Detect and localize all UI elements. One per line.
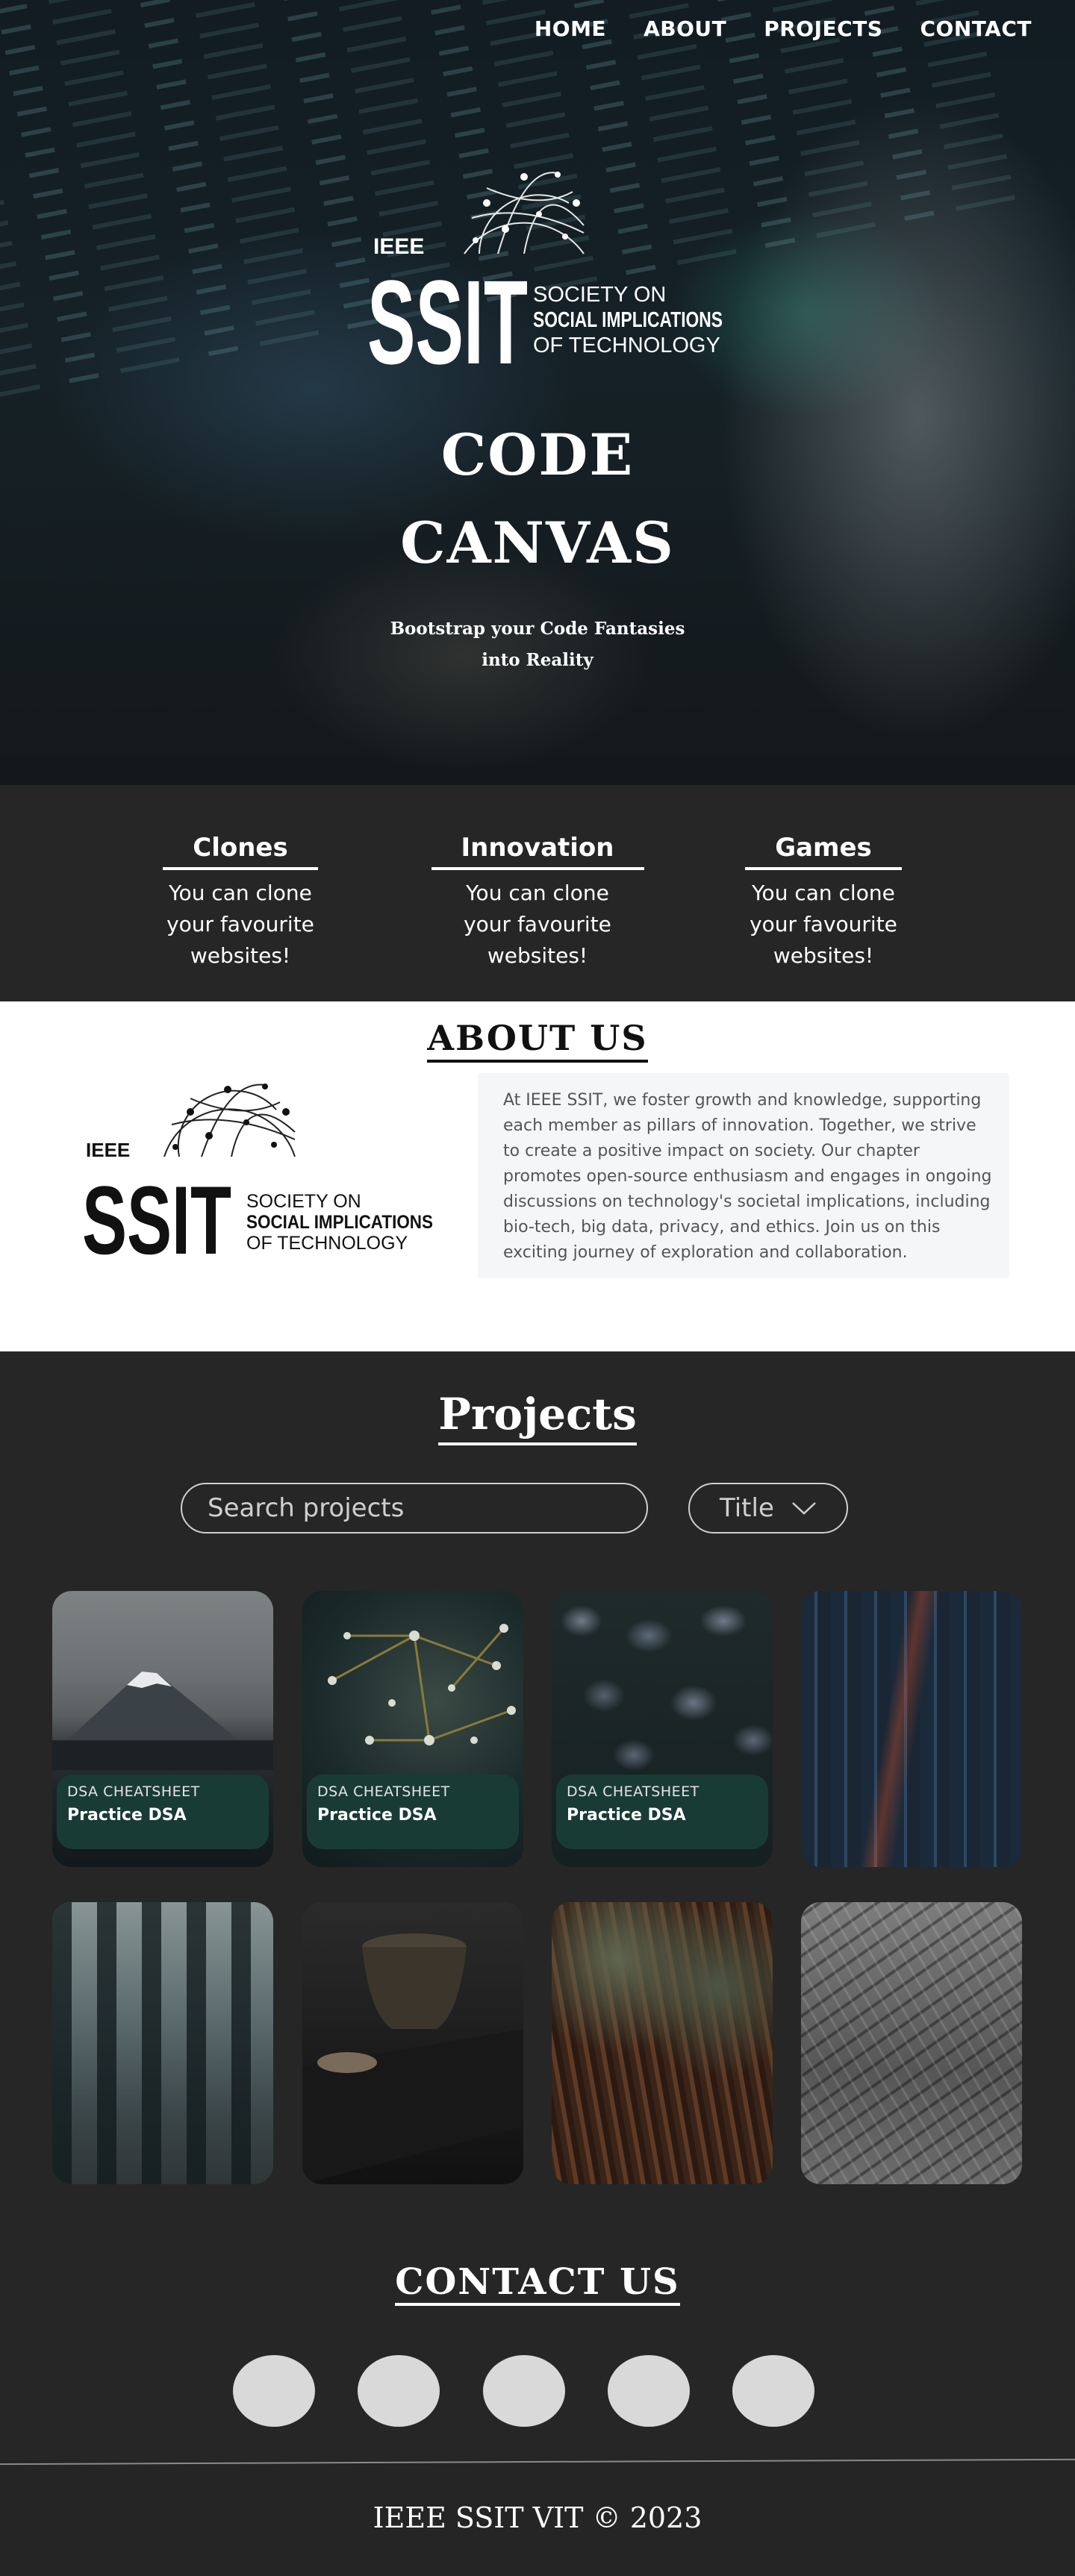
- nav-projects[interactable]: PROJECTS: [764, 16, 882, 41]
- project-title: Practice DSA: [317, 1806, 437, 1825]
- hero-title-line-2: CANVAS: [400, 510, 675, 576]
- feature-title: Clones: [163, 833, 318, 870]
- nav-home[interactable]: HOME: [535, 16, 606, 41]
- contact-circle-4[interactable]: [608, 2355, 690, 2427]
- project-image-cup: [302, 1902, 523, 2184]
- logo-ssit-text: SSIT: [82, 1166, 231, 1263]
- contact-circle-2[interactable]: [358, 2355, 440, 2427]
- about-section: ABOUT US IEEE SSIT SOCIETY ON SOCIAL IMP…: [0, 1001, 1075, 1351]
- project-kicker: DSA CHEATSHEET: [317, 1783, 450, 1800]
- logo-line1: SOCIETY ON: [533, 283, 666, 307]
- project-card[interactable]: [801, 1902, 1022, 2184]
- footer-text: IEEE SSIT VIT © 2023: [373, 2501, 702, 2534]
- contact-circle-1[interactable]: [233, 2355, 315, 2427]
- logo-ieee-text: IEEE: [86, 1139, 130, 1161]
- cup-shape: [302, 1933, 523, 2184]
- feature-clones: Clones You can clone your favourite websi…: [113, 833, 367, 972]
- feature-games: Games You can clone your favourite websit…: [697, 833, 950, 972]
- main-nav: HOME ABOUT PROJECTS CONTACT: [535, 16, 1032, 41]
- project-card[interactable]: DSA CHEATSHEET Practice DSA: [552, 1591, 773, 1867]
- logo-line1: SOCIETY ON: [246, 1191, 361, 1212]
- project-caption: DSA CHEATSHEET Practice DSA: [556, 1775, 768, 1849]
- project-caption: DSA CHEATSHEET Practice DSA: [307, 1775, 519, 1849]
- logo-line2: SOCIAL IMPLICATIONS: [246, 1212, 433, 1233]
- projects-title: Projects: [0, 1389, 1075, 1445]
- project-card[interactable]: [801, 1591, 1022, 1867]
- feature-text: You can clone your favourite websites!: [166, 881, 314, 968]
- logo-line3: OF TECHNOLOGY: [533, 334, 720, 357]
- nav-contact[interactable]: CONTACT: [920, 16, 1032, 41]
- about-title: ABOUT US: [0, 1018, 1075, 1063]
- project-card[interactable]: [52, 1902, 273, 2184]
- contact-title: CONTACT US: [0, 2261, 1075, 2306]
- project-card[interactable]: DSA CHEATSHEET Practice DSA: [302, 1591, 523, 1867]
- project-kicker: DSA CHEATSHEET: [67, 1783, 200, 1800]
- sort-select[interactable]: Title: [688, 1483, 848, 1534]
- search-input[interactable]: Search projects: [181, 1483, 648, 1534]
- about-text-box: At IEEE SSIT, we foster growth and knowl…: [478, 1073, 1009, 1278]
- logo-ssit-text: SSIT: [367, 255, 528, 375]
- feature-innovation: Innovation You can clone your favourite w…: [411, 833, 664, 972]
- project-title: Practice DSA: [67, 1806, 187, 1825]
- project-caption: DSA CHEATSHEET Practice DSA: [57, 1775, 269, 1849]
- feature-text: You can clone your favourite websites!: [750, 881, 897, 968]
- project-title: Practice DSA: [567, 1806, 686, 1825]
- project-image-forest: [52, 1902, 273, 2184]
- project-image-city: [801, 1591, 1022, 1867]
- logo-line2: SOCIAL IMPLICATIONS: [533, 308, 723, 332]
- contact-circle-3[interactable]: [483, 2355, 565, 2427]
- ieee-ssit-logo-dark: IEEE SSIT SOCIETY ON SOCIAL IMPLICATIONS…: [82, 1084, 433, 1263]
- hero-subtitle: Bootstrap your Code Fantasies into Reali…: [390, 619, 685, 670]
- contact-circle-5[interactable]: [732, 2355, 814, 2427]
- hero-section: HOME ABOUT PROJECTS CONTACT IEEE SSIT SO…: [0, 0, 1075, 785]
- ieee-ssit-logo: IEEE SSIT SOCIETY ON SOCIAL IMPLICATIONS…: [367, 172, 723, 375]
- chevron-down-icon: [792, 1502, 816, 1515]
- project-card[interactable]: [552, 1902, 773, 2184]
- feature-text: You can clone your favourite websites!: [464, 881, 611, 968]
- search-placeholder: Search projects: [208, 1493, 405, 1523]
- project-card[interactable]: [302, 1902, 523, 2184]
- logo-line3: OF TECHNOLOGY: [246, 1233, 408, 1254]
- hero-title-line-1: CODE: [440, 422, 635, 488]
- project-image-moss: [552, 1902, 773, 2184]
- features-section: Clones You can clone your favourite websi…: [0, 785, 1075, 1001]
- project-image-rock: [801, 1902, 1022, 2184]
- project-kicker: DSA CHEATSHEET: [567, 1783, 699, 1800]
- sort-selected-value: Title: [720, 1493, 774, 1523]
- nav-about[interactable]: ABOUT: [644, 16, 726, 41]
- about-text: At IEEE SSIT, we foster growth and knowl…: [503, 1091, 992, 1262]
- feature-title: Games: [745, 833, 902, 870]
- contact-section: CONTACT US: [0, 2261, 1075, 2485]
- project-card[interactable]: DSA CHEATSHEET Practice DSA: [52, 1591, 273, 1867]
- feature-title: Innovation: [431, 833, 644, 870]
